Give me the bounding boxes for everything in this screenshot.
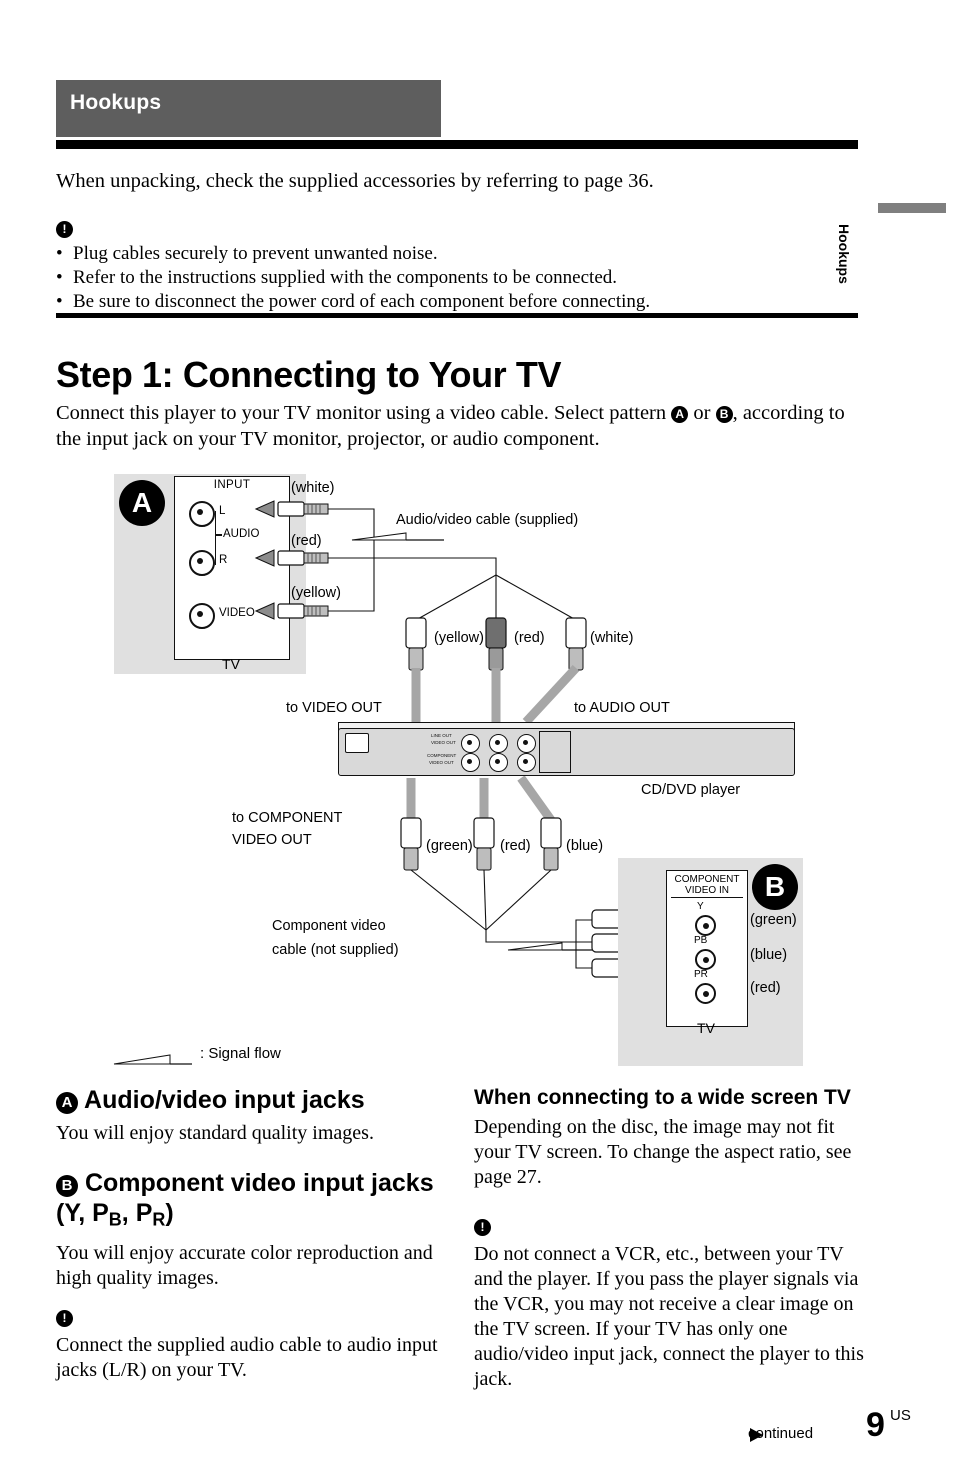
plug-label-red-top: (red) bbox=[291, 533, 322, 549]
heading-b-text-line2: (Y, PB, PR) bbox=[56, 1199, 174, 1230]
plug-label-blue: (blue) bbox=[566, 838, 604, 854]
player-jack-video-out bbox=[461, 734, 480, 753]
left-note-text: Connect the supplied audio cable to audi… bbox=[56, 1333, 438, 1381]
tv-label-bottom: TV bbox=[697, 1020, 715, 1036]
heading-a: A Audio/video input jacks bbox=[56, 1085, 446, 1115]
to-component-video-out-line1: to COMPONENT bbox=[232, 810, 343, 826]
continued-label: continued bbox=[748, 1425, 814, 1442]
tv-jack-l bbox=[189, 501, 215, 527]
player-jack-group-box bbox=[539, 731, 571, 773]
component-color-red: (red) bbox=[750, 980, 781, 996]
list-item: Be sure to disconnect the power cord of … bbox=[56, 290, 866, 313]
heading-b-text-line1: Component video input jacks bbox=[84, 1169, 434, 1197]
signal-flow-caption: : Signal flow bbox=[200, 1045, 281, 1062]
badge-b-heading: B bbox=[56, 1175, 78, 1197]
tv-jack-video bbox=[189, 603, 215, 629]
intro-paragraph: When unpacking, check the supplied acces… bbox=[56, 170, 654, 192]
player-jack-pb bbox=[489, 753, 508, 772]
component-in-divider bbox=[671, 897, 743, 898]
plug-label-white-top: (white) bbox=[291, 480, 335, 496]
component-jack-pb bbox=[695, 949, 716, 970]
page-number: 9 bbox=[866, 1406, 885, 1444]
component-cable-caption-line1: Component video bbox=[272, 918, 386, 934]
component-label-y: Y bbox=[697, 901, 704, 912]
list-item: Refer to the instructions supplied with … bbox=[56, 266, 866, 289]
plug-label-yellow-top: (yellow) bbox=[291, 585, 341, 601]
player-label-component-video-out: VIDEO OUT bbox=[429, 760, 454, 765]
plug-label-yellow-mid: (yellow) bbox=[434, 630, 484, 646]
document-page: Hookups Hookups When unpacking, check th… bbox=[0, 0, 954, 1483]
player-label-video-out: VIDEO OUT bbox=[431, 740, 456, 745]
tv-label-top: TV bbox=[222, 656, 240, 672]
lead-or: or bbox=[693, 402, 711, 424]
component-in-line1: COMPONENT bbox=[674, 874, 740, 885]
badge-a-figure: A bbox=[119, 480, 165, 526]
top-notes: ! Plug cables securely to prevent unwant… bbox=[56, 216, 866, 314]
lead-paragraph: Connect this player to your TV monitor u… bbox=[56, 400, 862, 452]
body-wide-screen: Depending on the disc, the image may not… bbox=[474, 1116, 852, 1188]
component-label-pr: PR bbox=[694, 969, 708, 980]
audio-bracket-stem bbox=[215, 534, 222, 536]
to-video-out-label: to VIDEO OUT bbox=[286, 700, 382, 716]
audio-bracket bbox=[215, 511, 217, 565]
tv-jack-audio-label: AUDIO bbox=[223, 528, 260, 540]
plug-label-green: (green) bbox=[426, 838, 473, 854]
body-a: You will enjoy standard quality images. bbox=[56, 1122, 374, 1144]
component-color-green: (green) bbox=[750, 912, 797, 928]
component-label-pb: PB bbox=[694, 935, 708, 946]
plug-label-red-bottom: (red) bbox=[500, 838, 531, 854]
av-cable-caption: Audio/video cable (supplied) bbox=[396, 512, 579, 528]
badge-a-inline: A bbox=[671, 406, 689, 423]
component-jack-y bbox=[695, 915, 716, 936]
heading-a-text: Audio/video input jacks bbox=[84, 1086, 365, 1114]
list-item: Plug cables securely to prevent unwanted… bbox=[56, 242, 866, 265]
note-bolt-icon: ! bbox=[474, 1218, 866, 1236]
plug-label-red-mid: (red) bbox=[514, 630, 545, 646]
page-title: Step 1: Connecting to Your TV bbox=[56, 354, 562, 396]
tv-input-label: INPUT bbox=[213, 479, 251, 491]
body-b: You will enjoy accurate color reproducti… bbox=[56, 1241, 433, 1289]
player-jack-audio-r bbox=[517, 734, 536, 753]
section-header-title: Hookups bbox=[70, 91, 162, 114]
player-label-line-out: LINE OUT bbox=[431, 733, 452, 738]
plug-label-white-mid: (white) bbox=[590, 630, 634, 646]
badge-b-inline: B bbox=[715, 406, 733, 423]
component-cable-caption-line2: cable (not supplied) bbox=[272, 942, 399, 958]
player-jack-pr bbox=[517, 753, 536, 772]
component-in-label: COMPONENT VIDEO IN bbox=[667, 874, 747, 896]
component-color-blue: (blue) bbox=[750, 947, 788, 963]
heading-b: B Component video input jacks (Y, PB, PR… bbox=[56, 1168, 446, 1235]
player-caption: CD/DVD player bbox=[641, 782, 741, 798]
step-rule bbox=[56, 313, 858, 318]
tv-jack-l-label: L bbox=[219, 505, 226, 517]
heading-wide-screen: When connecting to a wide screen TV bbox=[474, 1086, 851, 1109]
player-left-port bbox=[345, 733, 369, 753]
badge-a-heading: A bbox=[56, 1092, 78, 1114]
lead-text-part1: Connect this player to your TV monitor u… bbox=[56, 402, 667, 424]
tv-jack-video-label: VIDEO bbox=[219, 607, 255, 619]
to-audio-out-label: to AUDIO OUT bbox=[574, 700, 670, 716]
note-bolt-icon: ! bbox=[56, 216, 866, 239]
tv-jack-r-label: R bbox=[219, 554, 228, 566]
signal-flow-arrow-icon bbox=[113, 1054, 192, 1065]
component-in-line2: VIDEO IN bbox=[685, 885, 729, 896]
right-note-text: Do not connect a VCR, etc., between your… bbox=[474, 1243, 864, 1390]
header-rule bbox=[56, 140, 858, 149]
right-column: When connecting to a wide screen TV Depe… bbox=[474, 1085, 866, 1414]
player-jack-audio-l bbox=[489, 734, 508, 753]
note-bolt-icon: ! bbox=[56, 1309, 446, 1327]
component-jack-pr bbox=[695, 983, 716, 1004]
badge-b-figure: B bbox=[752, 864, 798, 910]
hookup-diagram: A INPUT L AUDIO R VIDEO TV (white) (red)… bbox=[56, 460, 866, 1070]
side-tab-marker bbox=[878, 203, 946, 213]
tv-input-jack-panel: INPUT L AUDIO R VIDEO bbox=[174, 476, 290, 660]
page-number-suffix: US bbox=[890, 1407, 911, 1424]
left-column: A Audio/video input jacks You will enjoy… bbox=[56, 1085, 446, 1405]
player-label-component: COMPONENT bbox=[427, 753, 457, 758]
tv-jack-r bbox=[189, 550, 215, 576]
component-video-in-panel: COMPONENT VIDEO IN Y PB PR bbox=[666, 870, 748, 1027]
to-component-video-out-line2: VIDEO OUT bbox=[232, 832, 312, 848]
cd-dvd-player-body: LINE OUT VIDEO OUT COMPONENT VIDEO OUT bbox=[338, 728, 795, 776]
player-jack-y bbox=[461, 753, 480, 772]
